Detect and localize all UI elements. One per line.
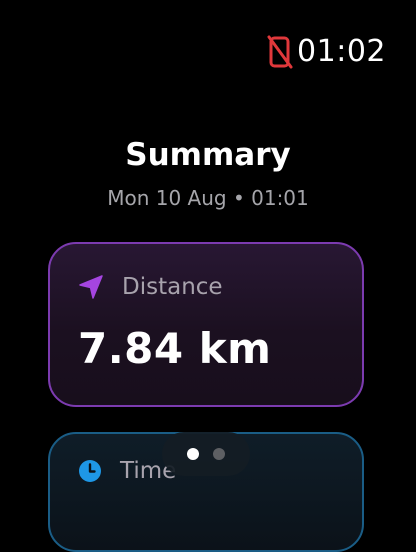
workout-date: Mon 10 Aug • 01:01 [107,186,309,210]
status-bar: 01:02 [267,32,386,72]
time-card-header: Time [78,459,176,483]
distance-label: Distance [122,273,223,300]
location-arrow-icon [78,274,104,300]
clock-icon [78,459,102,483]
distance-card-header: Distance [78,274,223,300]
page-dot[interactable] [213,448,225,460]
page-indicator[interactable] [162,432,250,476]
page-title: Summary [125,137,291,173]
phone-disconnected-icon [267,35,293,69]
status-time: 01:02 [297,34,386,69]
page-dot-active[interactable] [187,448,199,460]
distance-value: 7.84 km [78,324,272,373]
distance-card[interactable]: Distance 7.84 km [48,242,364,407]
